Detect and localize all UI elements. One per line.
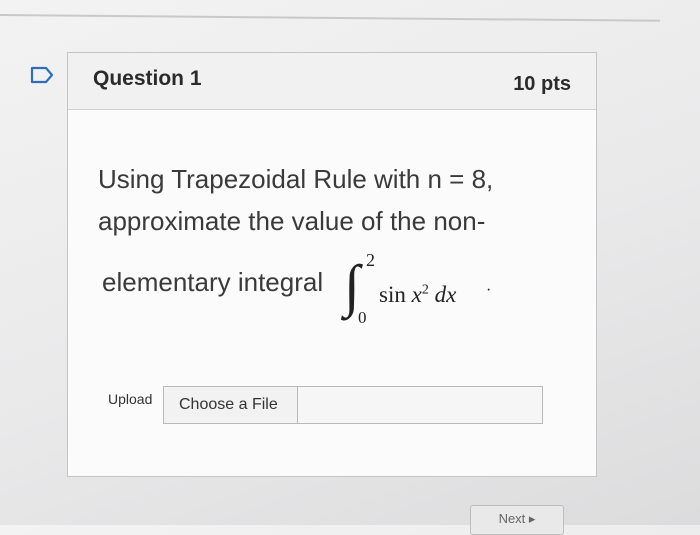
file-upload-field[interactable]: Choose a File (163, 386, 543, 424)
choose-file-button[interactable]: Choose a File (164, 387, 298, 423)
question-text-line: approximate the value of the non- (98, 206, 486, 236)
integral-expression: ∫ 2 0 sin x2 dx · (344, 250, 504, 328)
question-text: Using Trapezoidal Rule with n = 8, appro… (98, 158, 568, 242)
integral-upper-limit: 2 (366, 250, 375, 270)
integral-lower-limit: 0 (358, 308, 367, 327)
question-points: 10 pts (513, 73, 571, 95)
question-header: Question 1 10 pts (68, 53, 596, 110)
integrand-exponent: 2 (421, 282, 429, 298)
integrand-function: sin (379, 282, 406, 307)
trailing-dot: · (486, 282, 492, 299)
question-title: Question 1 (93, 67, 202, 90)
question-card: Question 1 10 pts Using Trapezoidal Rule… (67, 52, 597, 477)
question-text-line: elementary integral (102, 267, 324, 297)
integrand-variable: x (411, 282, 422, 307)
next-button[interactable]: Next ▸ (470, 505, 564, 535)
top-divider (0, 14, 660, 22)
question-text-line: Using Trapezoidal Rule with n = 8, (98, 164, 494, 194)
integrand: sin x2 dx (379, 282, 456, 308)
integrand-differential: dx (434, 282, 457, 307)
flag-question-icon[interactable] (29, 65, 55, 85)
upload-label: Upload (108, 391, 153, 407)
